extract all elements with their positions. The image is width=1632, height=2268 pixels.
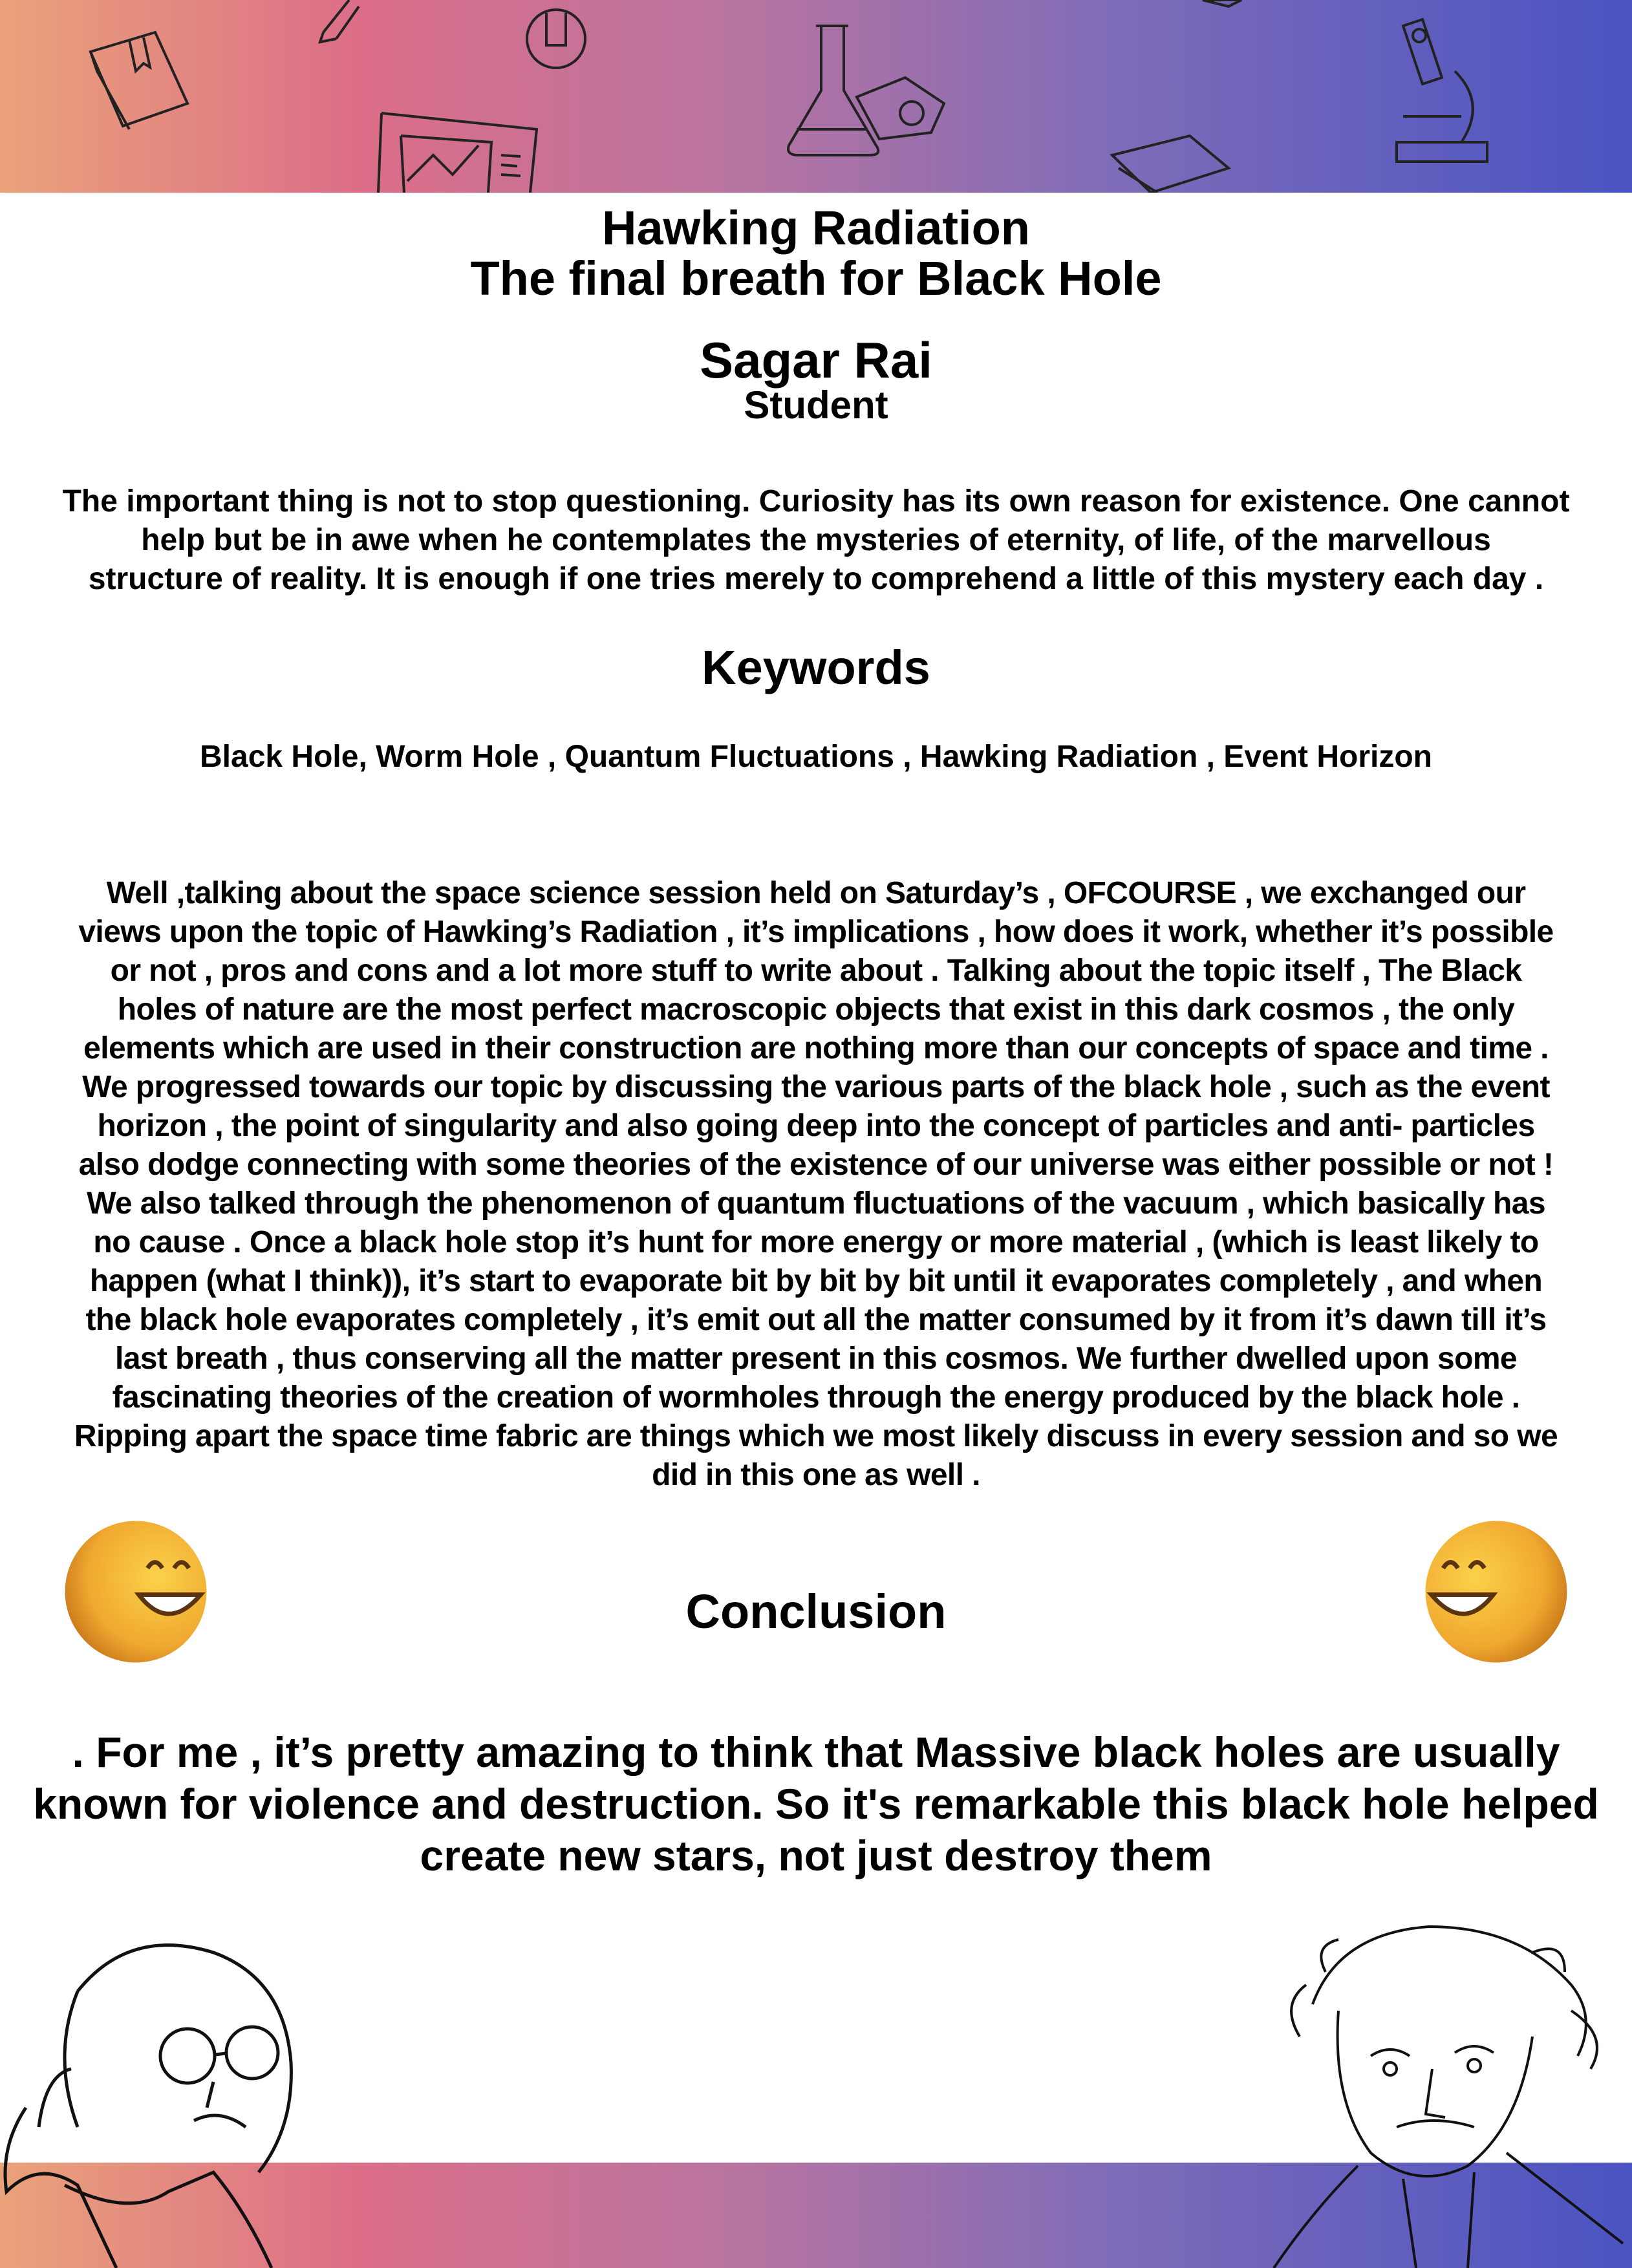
body-line: We progressed towards our topic by discu… xyxy=(82,1070,1550,1104)
body-line: no cause . Once a black hole stop it’s h… xyxy=(93,1225,1539,1259)
body-line: the black hole evaporates completely , i… xyxy=(85,1303,1547,1337)
conclusion-line: create new stars, not just destroy them xyxy=(420,1832,1212,1879)
science-doodles xyxy=(89,0,1488,193)
author-role: Student xyxy=(744,383,888,427)
pencil-icon xyxy=(318,0,360,44)
book-icon xyxy=(89,30,189,130)
quote-line: structure of reality. It is enough if on… xyxy=(88,562,1544,596)
body-line: Well ,talking about the space science se… xyxy=(106,876,1526,910)
keywords-heading: Keywords xyxy=(702,641,930,694)
author-name: Sagar Rai xyxy=(700,332,932,389)
body-line: also dodge connecting with some theories… xyxy=(78,1148,1554,1182)
body-line: views upon the topic of Hawking’s Radiat… xyxy=(78,915,1554,949)
body-line: Ripping apart the space time fabric are … xyxy=(74,1419,1558,1453)
microscope-icon xyxy=(1395,17,1488,163)
body-line: fascinating theories of the creation of … xyxy=(112,1380,1520,1415)
hawking-portrait-sketch xyxy=(3,1943,293,2268)
book-stack-icon xyxy=(1110,0,1242,193)
body-line: holes of nature are the most perfect mac… xyxy=(117,992,1515,1027)
title-line-2: The final breath for Black Hole xyxy=(470,251,1162,305)
body-line: horizon , the point of singularity and a… xyxy=(97,1109,1535,1143)
body-line: elements which are used in their constru… xyxy=(83,1031,1549,1065)
title-line-1: Hawking Radiation xyxy=(602,201,1030,255)
body-line: did in this one as well . xyxy=(652,1458,980,1492)
body-line: last breath , thus conserving all the ma… xyxy=(114,1342,1518,1376)
body-line: happen (what I think)), it’s start to ev… xyxy=(89,1264,1543,1298)
light-bulb-icon xyxy=(526,8,586,69)
keywords-list: Black Hole, Worm Hole , Quantum Fluctuat… xyxy=(200,740,1432,774)
quote-line: help but be in awe when he contemplates … xyxy=(141,523,1491,557)
body-line: We also talked through the phenomenon of… xyxy=(87,1186,1545,1221)
conclusion-line: known for violence and destruction. So i… xyxy=(33,1780,1599,1828)
sharpener-icon xyxy=(855,76,946,141)
body-line: or not , pros and cons and a lot more st… xyxy=(110,954,1522,988)
conclusion-line: . For me , it’s pretty amazing to think … xyxy=(72,1728,1560,1776)
chart-board-icon xyxy=(377,112,539,193)
einstein-portrait-sketch xyxy=(1272,1925,1624,2268)
flask-icon xyxy=(787,25,880,156)
quote-line: The important thing is not to stop quest… xyxy=(62,484,1570,519)
conclusion-heading: Conclusion xyxy=(685,1585,947,1638)
